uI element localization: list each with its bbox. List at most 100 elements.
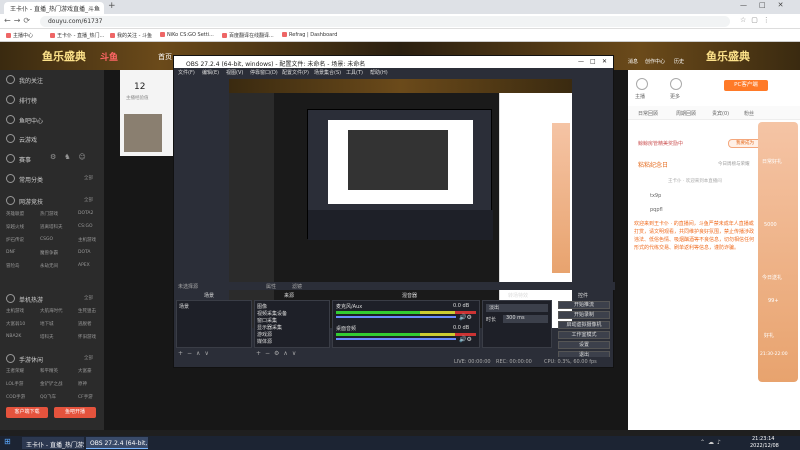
category-link[interactable]: 逃离塔科夫 xyxy=(40,224,63,230)
bookmark-item[interactable]: 我的关注 - 斗鱼 xyxy=(110,32,152,39)
source-actions-icons[interactable]: +−⚙∧∨ xyxy=(256,350,300,357)
category-icons[interactable]: ⚙♞☺ xyxy=(50,153,94,161)
menu-profile[interactable]: 配置文件(P) xyxy=(282,69,309,76)
category-link[interactable]: CSGO xyxy=(40,237,53,242)
menu-file[interactable]: 文件(F) xyxy=(178,69,195,76)
category-link[interactable]: 生死狙击 xyxy=(78,308,96,314)
start-streaming-button[interactable]: 开始推流 xyxy=(558,301,610,309)
floating-promo-strip[interactable]: 日常好礼 5000 今日送礼 99+ 好礼 21:30-22:00 xyxy=(758,122,798,382)
scene-item[interactable]: 场景 xyxy=(179,303,249,310)
tab-fans[interactable]: 粉丝 xyxy=(744,110,754,117)
site-logo[interactable]: 斗鱼 xyxy=(100,50,118,63)
messages-link[interactable]: 消息 xyxy=(628,58,638,65)
category-link[interactable]: 大富翁10 xyxy=(6,321,25,327)
duration-input[interactable]: 300 ms xyxy=(503,315,548,323)
source-item[interactable]: 显示器采集 xyxy=(257,324,327,331)
category-link[interactable]: 永劫无间 xyxy=(40,263,58,269)
mixer-mute-icon[interactable]: 🔊⚙ xyxy=(459,314,472,321)
mixer-volume-slider[interactable] xyxy=(336,316,456,318)
taskbar-item-browser[interactable]: 王卡仆 - 直播_热门游戏... xyxy=(22,437,84,449)
event-banner-left[interactable]: 鱼乐盛典 xyxy=(42,48,86,64)
download-client-button[interactable]: 客户端下载 xyxy=(6,407,48,418)
sources-list[interactable]: 图像 视频采集设备 窗口采集 显示器采集 游戏源 媒体源 xyxy=(254,300,330,348)
category-link[interactable]: 主机游戏 xyxy=(6,308,24,314)
filters-button[interactable]: 滤镜 xyxy=(292,283,302,290)
transition-select[interactable]: 淡出 xyxy=(486,304,548,312)
window-controls[interactable]: —□✕ xyxy=(740,1,795,9)
virtual-camera-button[interactable]: 启动虚拟摄像机 xyxy=(558,321,610,329)
event-banner-right[interactable]: 鱼乐盛典 xyxy=(706,48,750,64)
menu-scene-collection[interactable]: 场景集合(S) xyxy=(314,69,341,76)
scene-actions-icons[interactable]: +−∧∨ xyxy=(178,350,213,357)
menu-edit[interactable]: 编辑(E) xyxy=(202,69,219,76)
streamer-avatar[interactable] xyxy=(124,114,162,152)
sidebar-item-follow[interactable]: 我的关注 xyxy=(6,75,43,85)
menu-view[interactable]: 视图(V) xyxy=(226,69,243,76)
start-button[interactable]: ⊞ xyxy=(4,437,11,446)
category-link[interactable]: CS:GO xyxy=(78,224,93,229)
tab-vip[interactable]: 贵宾(0) xyxy=(712,110,729,117)
category-link[interactable]: 逃脱者 xyxy=(78,321,92,327)
category-link[interactable]: 魔兽争霸 xyxy=(40,250,58,256)
category-link[interactable]: 和平精英 xyxy=(40,368,58,374)
tab-daily[interactable]: 日常回顾 xyxy=(638,110,658,117)
yuba-live-button[interactable]: 鱼吧开播 xyxy=(54,407,96,418)
category-link[interactable]: 怀旧游戏 xyxy=(78,334,96,340)
category-link[interactable]: 金铲铲之战 xyxy=(40,381,63,387)
category-link[interactable]: 王者荣耀 xyxy=(6,368,24,374)
category-link[interactable]: 热门游戏 xyxy=(40,211,58,217)
category-link[interactable]: 炉石传说 xyxy=(6,237,24,243)
category-link[interactable]: DOTA xyxy=(78,250,91,255)
category-link[interactable]: NBA2K xyxy=(6,334,21,339)
category-link[interactable]: 英雄联盟 xyxy=(6,211,24,217)
category-link[interactable]: 冒险岛 xyxy=(6,263,20,269)
tab-weekly[interactable]: 周期回顾 xyxy=(676,110,696,117)
studio-mode-button[interactable]: 工作室模式 xyxy=(558,331,610,339)
settings-button[interactable]: 设置 xyxy=(558,341,610,349)
obs-preview-canvas[interactable] xyxy=(229,79,572,328)
category-link[interactable]: CF手游 xyxy=(78,394,93,400)
more-icon[interactable] xyxy=(670,78,682,90)
history-link[interactable]: 历史 xyxy=(674,58,684,65)
category-link[interactable]: LOL手游 xyxy=(6,381,23,387)
bookmark-item[interactable]: 主播中心 xyxy=(6,32,33,39)
properties-button[interactable]: 属性 xyxy=(266,283,276,290)
category-link[interactable]: APEX xyxy=(78,263,90,268)
source-item[interactable]: 窗口采集 xyxy=(257,317,327,324)
category-link[interactable]: 主机游戏 xyxy=(78,237,96,243)
category-link[interactable]: 大富豪 xyxy=(78,368,92,374)
sidebar-item-cloudgame[interactable]: 云游戏 xyxy=(6,134,37,144)
mixer-mute-icon[interactable]: 🔊⚙ xyxy=(459,336,472,343)
scenes-list[interactable]: 场景 xyxy=(176,300,252,348)
section-more[interactable]: 全部 xyxy=(84,197,93,203)
category-link[interactable]: 原神 xyxy=(78,381,87,387)
user-entry[interactable]: pqpfl xyxy=(650,207,663,213)
sidebar-item-rank[interactable]: 排行榜 xyxy=(6,95,37,105)
obs-minimize-button[interactable]: — xyxy=(578,58,584,65)
menu-help[interactable]: 帮助(H) xyxy=(370,69,388,76)
section-more[interactable]: 全部 xyxy=(84,295,93,301)
category-link[interactable]: 穿越火线 xyxy=(6,224,24,230)
obs-close-button[interactable]: ✕ xyxy=(602,58,607,65)
obs-maximize-button[interactable]: □ xyxy=(590,58,596,65)
taskbar-item-obs[interactable]: OBS 27.2.4 (64-bit, ... xyxy=(86,437,148,449)
become-manager-button[interactable]: 我要成为 xyxy=(728,139,762,148)
tray-icons[interactable]: ⌃☁♪ xyxy=(700,439,724,446)
creator-center-link[interactable]: 创作中心 xyxy=(645,58,665,65)
home-link[interactable]: 首页 xyxy=(158,52,172,62)
source-item[interactable]: 媒体源 xyxy=(257,338,327,345)
bookmark-item[interactable]: 百度翻译在线翻译... xyxy=(222,32,274,39)
menu-tools[interactable]: 工具(T) xyxy=(346,69,363,76)
extension-icons[interactable]: ☆▢⋮ xyxy=(740,16,775,24)
sidebar-item-yuba[interactable]: 鱼吧中心 xyxy=(6,115,43,125)
nav-arrows-icon[interactable]: ←→⟳ xyxy=(4,16,33,25)
category-link[interactable]: 大航海时代 xyxy=(40,308,63,314)
menu-dock[interactable]: 停靠窗口(D) xyxy=(250,69,278,76)
category-link[interactable]: DOTA2 xyxy=(78,211,93,216)
category-link[interactable]: QQ飞车 xyxy=(40,394,56,400)
pc-client-button[interactable]: PC客户端 xyxy=(724,80,768,91)
section-more[interactable]: 全部 xyxy=(84,355,93,361)
category-link[interactable]: DNF xyxy=(6,250,15,255)
section-more[interactable]: 全部 xyxy=(84,175,93,181)
host-icon[interactable] xyxy=(636,78,648,90)
